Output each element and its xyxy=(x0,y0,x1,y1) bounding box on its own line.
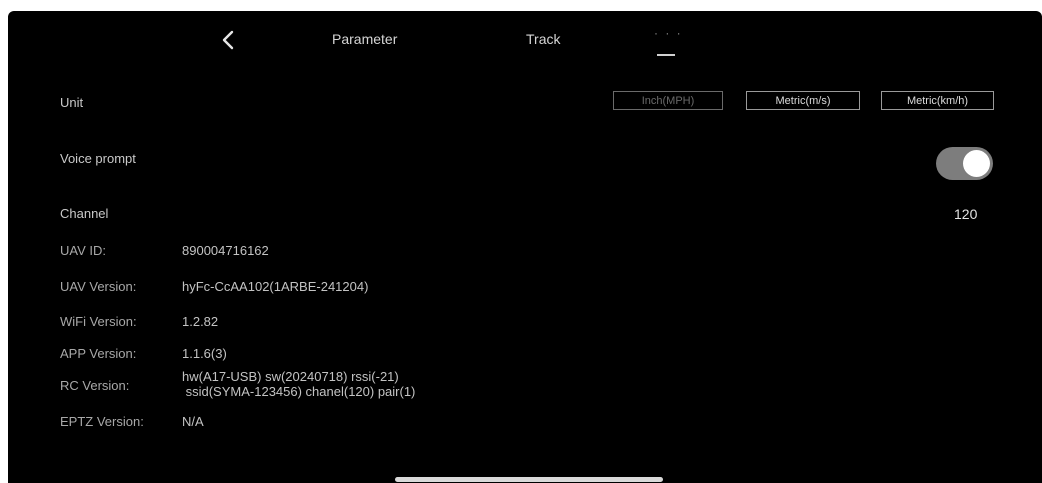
unit-metric-ms-button[interactable]: Metric(m/s) xyxy=(746,91,860,110)
rc-version-line-2: ssid(SYMA-123456) chanel(120) pair(1) xyxy=(182,384,416,399)
uav-id-label: UAV ID: xyxy=(60,243,106,258)
app-version-value: 1.1.6(3) xyxy=(182,346,227,361)
rc-version-line-1: hw(A17-USB) sw(20240718) rssi(-21) xyxy=(182,369,399,384)
toggle-knob xyxy=(963,150,990,177)
tab-selected-indicator xyxy=(657,54,675,56)
tab-more-label: · · · xyxy=(654,26,683,40)
channel-value[interactable]: 120 xyxy=(954,206,977,222)
back-button[interactable] xyxy=(216,27,240,53)
chevron-left-icon xyxy=(222,30,234,50)
eptz-version-label: EPTZ Version: xyxy=(60,414,144,429)
channel-label: Channel xyxy=(60,206,109,221)
uav-version-label: UAV Version: xyxy=(60,279,137,294)
voice-prompt-toggle[interactable] xyxy=(936,147,993,180)
rc-version-value: hw(A17-USB) sw(20240718) rssi(-21) ssid(… xyxy=(182,369,415,399)
rc-version-label: RC Version: xyxy=(60,378,130,393)
unit-label: Unit xyxy=(60,95,84,110)
unit-inch-mph-button[interactable]: Inch(MPH) xyxy=(613,91,723,110)
unit-metric-kmh-button[interactable]: Metric(km/h) xyxy=(881,91,994,110)
settings-screen: Parameter Track · · · Unit Inch(MPH) Met… xyxy=(8,11,1042,483)
uav-version-value: hyFc-CcAA102(1ARBE-241204) xyxy=(182,279,369,294)
tab-track[interactable]: Track xyxy=(526,31,560,51)
wifi-version-value: 1.2.82 xyxy=(182,314,219,329)
uav-id-value: 890004716162 xyxy=(182,243,269,258)
eptz-version-value: N/A xyxy=(182,414,204,429)
tab-more[interactable]: · · · xyxy=(654,26,681,56)
home-indicator[interactable] xyxy=(395,477,663,482)
tab-parameter[interactable]: Parameter xyxy=(332,31,397,51)
voice-prompt-label: Voice prompt xyxy=(60,151,136,166)
app-version-label: APP Version: xyxy=(60,346,137,361)
wifi-version-label: WiFi Version: xyxy=(60,314,137,329)
